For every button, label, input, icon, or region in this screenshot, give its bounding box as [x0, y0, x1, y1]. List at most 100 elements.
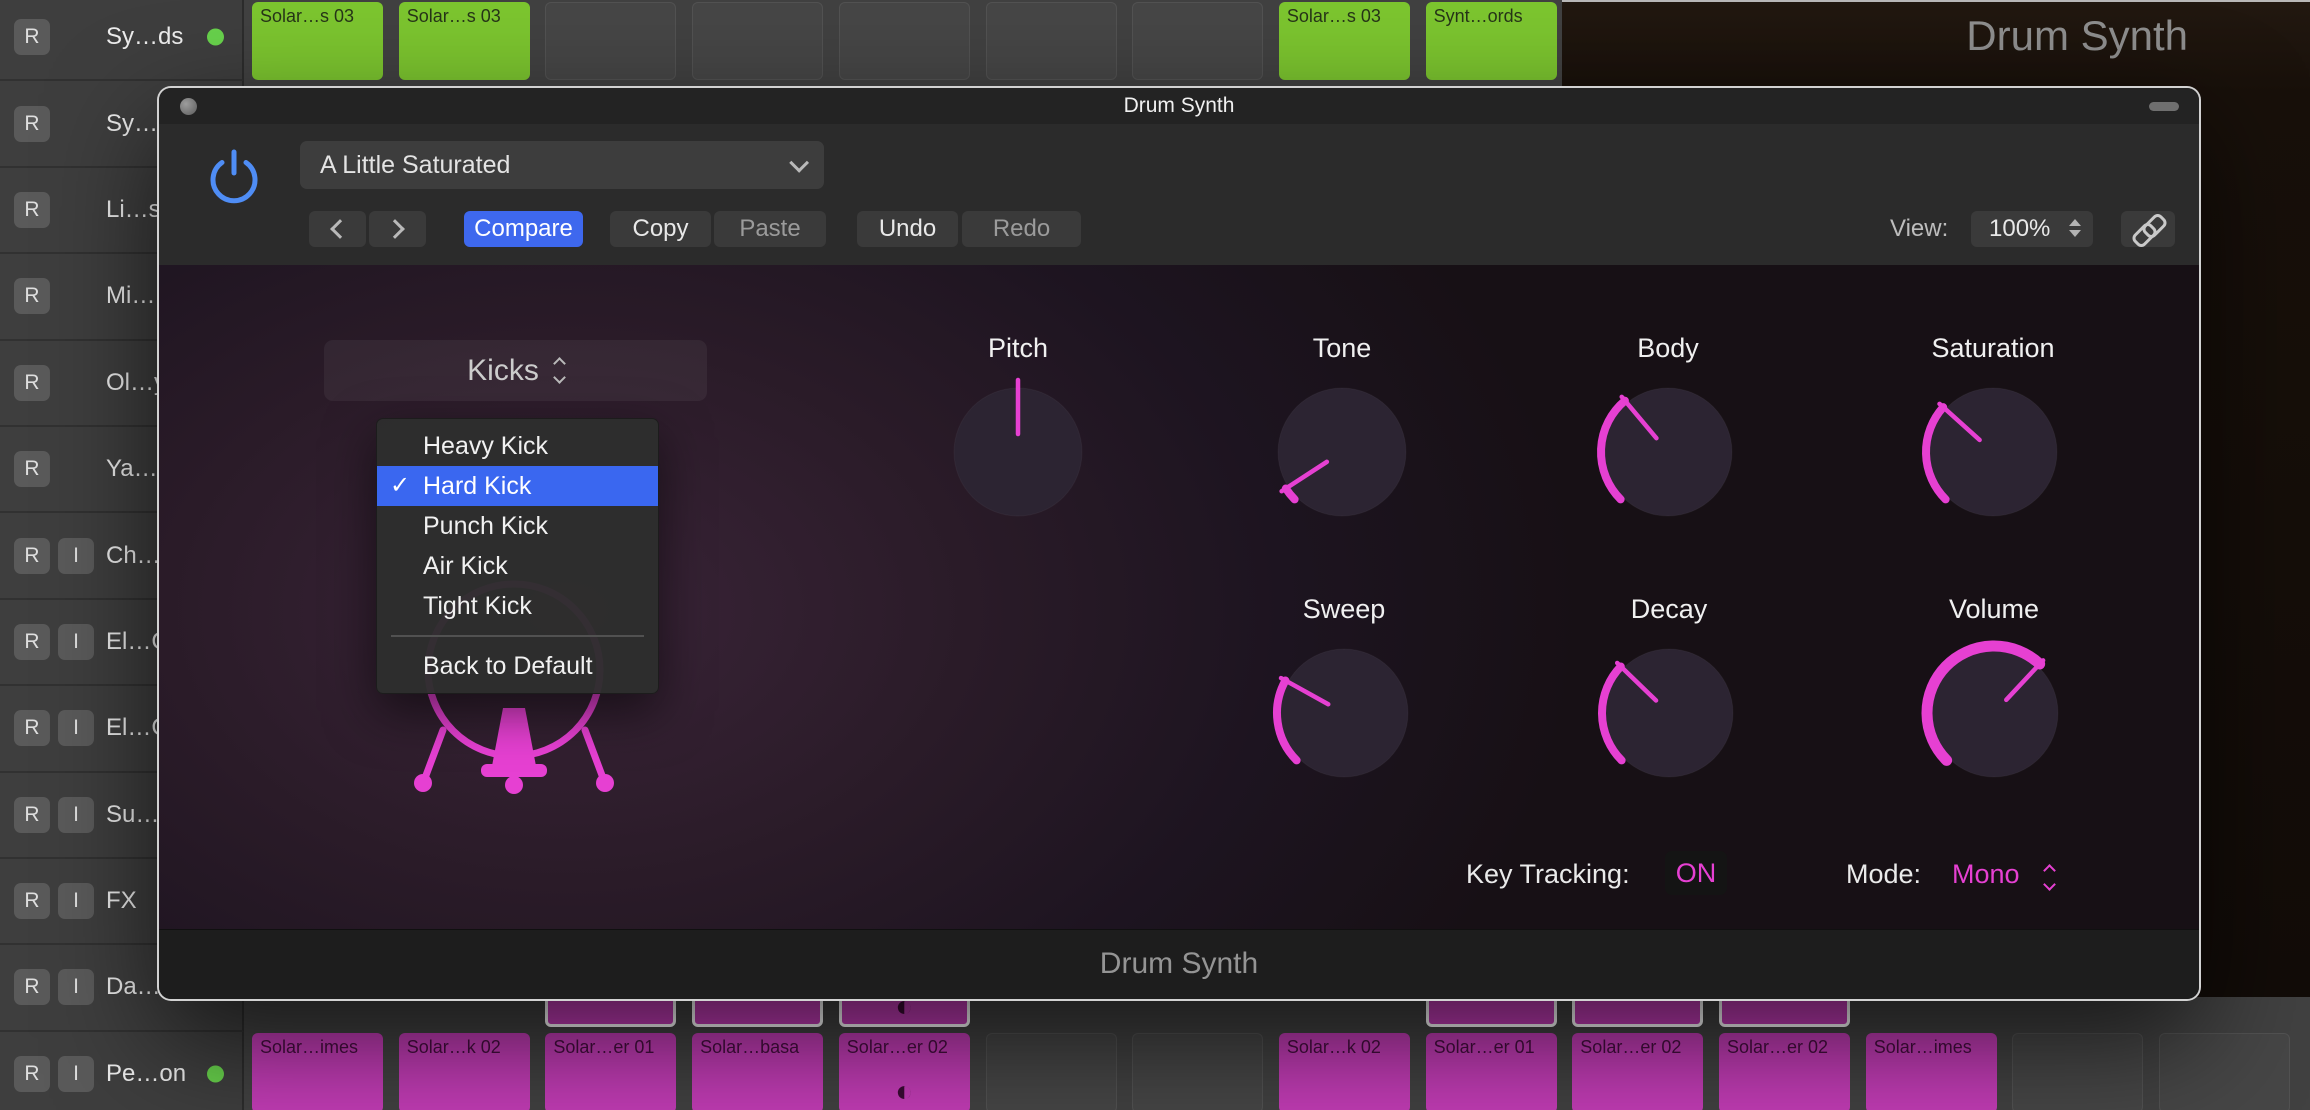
window-titlebar[interactable]: Drum Synth [159, 88, 2199, 124]
compare-button[interactable]: Compare [464, 211, 583, 247]
record-arm-button[interactable]: R [14, 106, 50, 142]
chevron-down-icon [789, 153, 809, 173]
record-arm-button[interactable]: R [14, 883, 50, 919]
clip-cell[interactable]: Solar…s 03 [399, 2, 530, 80]
stepper-arrows-icon[interactable] [2069, 219, 2081, 237]
decay-knob[interactable] [1581, 625, 1757, 801]
record-arm-button[interactable]: R [14, 538, 50, 574]
menu-item[interactable]: Tight Kick [377, 586, 658, 626]
undo-button[interactable]: Undo [857, 211, 958, 247]
input-monitoring-button[interactable]: I [58, 883, 94, 919]
empty-cell[interactable] [2012, 1033, 2143, 1110]
menu-separator [391, 635, 644, 637]
input-monitoring-button[interactable]: I [58, 624, 94, 660]
body-knob[interactable] [1580, 364, 1756, 540]
power-icon [203, 146, 265, 208]
clip-cell[interactable]: Solar…k 02 [399, 1033, 530, 1110]
clip-label: Solar…imes [252, 1033, 383, 1058]
input-monitoring-button[interactable]: I [58, 797, 94, 833]
clip-cell[interactable]: Synt…ords [1426, 2, 1557, 80]
record-arm-button[interactable]: R [14, 19, 50, 55]
clip-label: Solar…s 03 [252, 2, 383, 27]
preset-prev-button[interactable] [309, 211, 366, 247]
checkmark-icon: ✓ [390, 466, 410, 506]
menu-item[interactable]: ✓ Hard Kick [377, 466, 658, 506]
clip-label: Solar…er 02 [1572, 1033, 1703, 1058]
empty-cell[interactable] [839, 2, 970, 80]
clip-cell[interactable]: Solar…er 02 [1719, 1033, 1850, 1110]
track-name: Ol…y [106, 369, 166, 397]
sweep-knob[interactable] [1256, 625, 1432, 801]
category-selector[interactable]: Kicks [324, 340, 707, 401]
record-arm-button[interactable]: R [14, 451, 50, 487]
track-name: Pe…on [106, 1060, 186, 1088]
menu-item[interactable]: Punch Kick [377, 506, 658, 546]
paste-button[interactable]: Paste [714, 211, 826, 247]
clip-cell[interactable]: Solar…s 03 [1279, 2, 1410, 80]
menu-item[interactable]: Air Kick [377, 546, 658, 586]
record-arm-button[interactable]: R [14, 710, 50, 746]
window-minimize-dash[interactable] [2149, 102, 2179, 111]
clip-label: Solar…k 02 [1279, 1033, 1410, 1058]
menu-item-back-to-default[interactable]: Back to Default [377, 646, 658, 686]
clip-label: Solar…s 03 [399, 2, 530, 27]
track-row: RI Pe…on [0, 1032, 244, 1110]
clip-label: Solar…basa [692, 1033, 823, 1058]
background-window-title: Drum Synth [1966, 12, 2188, 60]
record-arm-button[interactable]: R [14, 1056, 50, 1092]
preset-selector[interactable]: A Little Saturated [300, 141, 824, 189]
clip-label: Solar…er 01 [1426, 1033, 1557, 1058]
chevron-right-icon [385, 219, 405, 239]
redo-button[interactable]: Redo [962, 211, 1081, 247]
input-monitoring-button[interactable]: I [58, 969, 94, 1005]
clip-cell[interactable]: Solar…er 02 [1572, 1033, 1703, 1110]
track-name: Ya… [106, 455, 158, 483]
zoom-stepper[interactable]: 100% [1971, 211, 2093, 247]
clip-label: Solar…k 02 [399, 1033, 530, 1058]
mode-chevron-icon [2045, 866, 2054, 889]
empty-cell[interactable] [692, 2, 823, 80]
record-arm-button[interactable]: R [14, 278, 50, 314]
record-arm-button[interactable]: R [14, 192, 50, 228]
clip-cell[interactable]: Solar…basa [692, 1033, 823, 1110]
saturation-knob[interactable] [1905, 364, 2081, 540]
track-name: Su… [106, 801, 159, 829]
drum-synth-panel: Kicks Heavy Kick✓Hard KickP [159, 265, 2199, 929]
preset-next-button[interactable] [369, 211, 426, 247]
clip-cell[interactable]: Solar…er 02◐ [839, 1033, 970, 1110]
mode-selector[interactable]: Mono [1952, 859, 2020, 890]
power-button[interactable] [203, 146, 265, 208]
record-arm-button[interactable]: R [14, 624, 50, 660]
key-tracking-toggle[interactable]: ON [1665, 851, 1727, 895]
clip-cell[interactable]: Solar…s 03 [252, 2, 383, 80]
record-arm-button[interactable]: R [14, 969, 50, 1005]
menu-item-label: Hard Kick [423, 472, 531, 500]
input-monitoring-button[interactable]: I [58, 538, 94, 574]
clip-cell[interactable]: Solar…k 02 [1279, 1033, 1410, 1110]
mode-label: Mode: [1846, 859, 1921, 890]
input-monitoring-button[interactable]: I [58, 710, 94, 746]
menu-item[interactable]: Heavy Kick [377, 426, 658, 466]
clip-cell[interactable]: Solar…imes [1866, 1033, 1997, 1110]
empty-cell[interactable] [1132, 2, 1263, 80]
record-arm-button[interactable]: R [14, 365, 50, 401]
key-tracking-label: Key Tracking: [1466, 859, 1630, 890]
clip-cell[interactable]: Solar…er 01 [545, 1033, 676, 1110]
copy-button[interactable]: Copy [610, 211, 711, 247]
knob-label: Decay [1549, 594, 1789, 625]
pitch-knob[interactable] [930, 364, 1106, 540]
empty-cell[interactable] [2159, 1033, 2290, 1110]
clip-cell[interactable]: Solar…er 01 [1426, 1033, 1557, 1110]
empty-cell[interactable] [545, 2, 676, 80]
empty-cell[interactable] [986, 2, 1117, 80]
clip-label: Solar…er 01 [545, 1033, 676, 1058]
empty-cell[interactable] [1132, 1033, 1263, 1110]
clip-cell[interactable]: Solar…imes [252, 1033, 383, 1110]
link-button[interactable] [2121, 211, 2175, 247]
record-arm-button[interactable]: R [14, 797, 50, 833]
input-monitoring-button[interactable]: I [58, 1056, 94, 1092]
tone-knob[interactable] [1254, 364, 1430, 540]
logic-live-loops-background: Solar…s 03Solar…s 03Solar…s 03Synt…ords◐… [0, 0, 2310, 1110]
empty-cell[interactable] [986, 1033, 1117, 1110]
volume-knob[interactable] [1906, 625, 2082, 801]
